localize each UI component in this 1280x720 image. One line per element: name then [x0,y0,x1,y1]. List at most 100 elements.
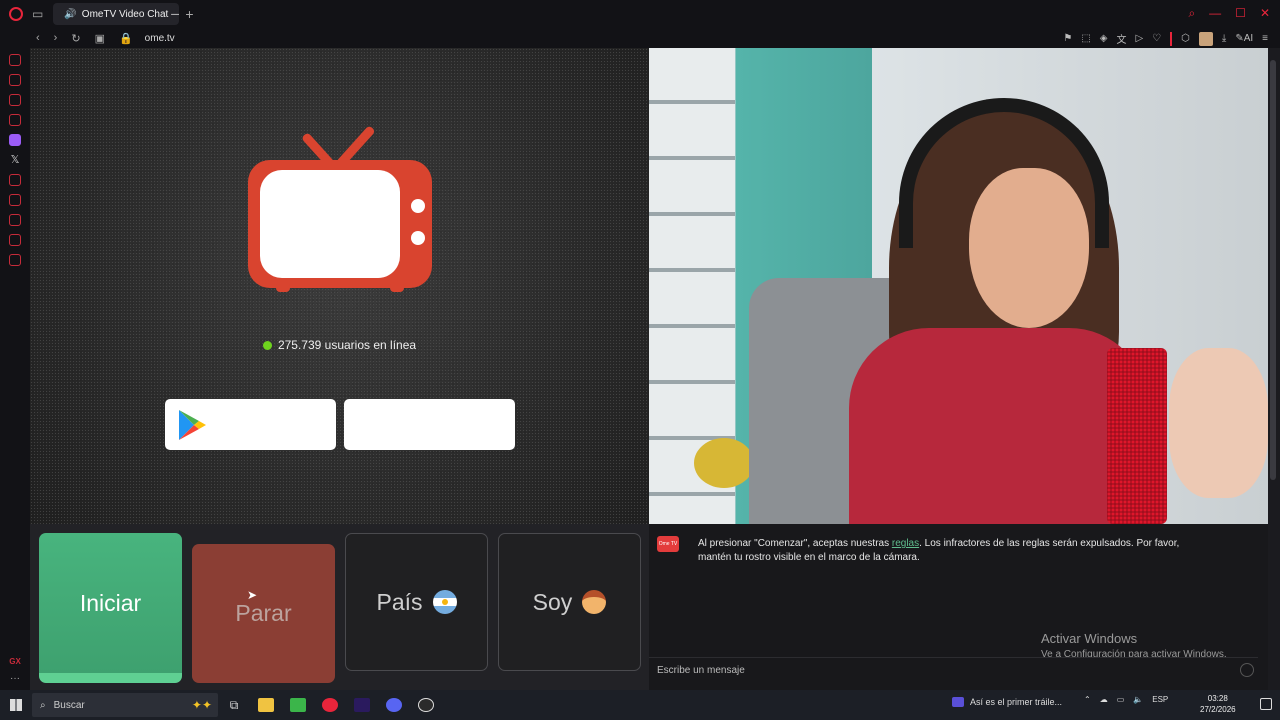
stop-button[interactable]: Parar [192,544,335,683]
start-button[interactable]: Iniciar [39,533,182,683]
scrollbar-thumb[interactable] [1270,60,1276,480]
nav-buttons: ‹ › ↻ ▣ 🔒 [36,32,133,45]
message-input[interactable]: Escribe un mensaje [649,657,1258,684]
search-tabs-icon[interactable]: ⌕ [1188,6,1195,21]
google-play-icon [179,410,206,440]
task-view-icon[interactable]: ⧉ [218,690,250,720]
stranger-video-panel: 275.739 usuarios en línea [30,48,649,524]
copilot-sparkle-icon: ✦✦ [191,698,212,712]
activate-windows-watermark: Activar Windows Ve a Configuración para … [1041,631,1227,660]
google-play-button[interactable] [165,399,336,450]
extensions-icon[interactable]: ⬡ [1181,33,1190,44]
tab-strip-icons: ▭ [32,7,43,21]
shield-icon[interactable]: ◈ [1100,33,1108,44]
lock-icon: 🔒 [118,32,133,45]
close-icon[interactable]: ✕ [1260,6,1270,21]
twitch-icon[interactable] [9,134,21,146]
windows-taskbar: ⌕ Buscar ✦✦ ⧉ Así es el primer tráile...… [0,690,1280,720]
new-tab-icon[interactable]: + [185,6,193,22]
self-camera-panel [649,48,1268,524]
obs-icon[interactable] [410,690,442,720]
camera-icon[interactable]: ▣ [95,32,105,45]
x-twitter-icon[interactable]: 𝕏 [9,154,21,166]
url-field[interactable]: ome.tv [145,33,175,44]
bookmarks-icon[interactable] [9,194,21,206]
chat-panel: Ome TV Al presionar "Comenzar", aceptas … [649,524,1268,690]
bookmark-icon[interactable]: ⚑ [1063,33,1072,44]
person-body [849,328,1149,524]
taskbar-clock[interactable]: 03:28 27/2/2026 [1200,693,1236,715]
menu-icon[interactable]: ≡ [1262,33,1268,44]
emoji-icon[interactable] [1240,663,1254,677]
notification-icon[interactable] [1260,698,1272,710]
play-icon[interactable]: ▷ [1136,33,1144,44]
chat-controls: Iniciar Parar País Soy [30,524,649,690]
search-icon: ⌕ [40,699,46,711]
gx-corner-icon[interactable] [9,114,21,126]
history-icon[interactable] [9,214,21,226]
minimize-icon[interactable]: — [1209,6,1221,21]
gx-icon[interactable]: GX [9,657,21,666]
tab-title: OmeTV Video Chat — C [81,8,180,20]
argentina-flag-icon [432,590,457,614]
volume-icon[interactable]: 🔈 [1133,695,1143,704]
red-bottle [1107,348,1167,524]
system-message: Al presionar "Comenzar", aceptas nuestra… [698,538,1180,563]
online-status-dot [262,341,272,350]
download-icon[interactable]: ⤓ [1222,33,1226,44]
windows-logo-icon [10,699,22,711]
taskbar-search[interactable]: ⌕ Buscar ✦✦ [32,693,218,717]
psyduck-plush [694,438,754,488]
settings-icon[interactable] [9,254,21,266]
tray-chevron-icon[interactable]: ⌃ [1084,695,1091,704]
more-icon[interactable]: ··· [10,673,20,684]
onedrive-icon[interactable]: ☁ [1100,695,1108,704]
window-controls: ⌕ — ☐ ✕ [1188,6,1270,21]
maximize-icon[interactable]: ☐ [1235,6,1246,21]
address-bar: ‹ › ↻ ▣ 🔒 ome.tv ⚑ ⬚ ◈ 文 ▷ ♡ ⬡ ⤓ ✎AI ≡ [0,28,1280,48]
country-button[interactable]: País [345,533,488,671]
headset [899,98,1109,248]
boy-emoji-icon [582,590,607,614]
b-app-icon[interactable] [282,690,314,720]
taskbar-media-widget[interactable]: Así es el primer tráile... [952,697,1062,707]
reload-icon[interactable]: ↻ [71,32,80,45]
gx-control-icon[interactable] [9,74,21,86]
browser-tab-bar: ▭ 🔊 OmeTV Video Chat — C + ⌕ — ☐ ✕ [0,0,1280,28]
tab-overview-icon[interactable]: ▭ [32,7,43,21]
mouse-cursor-icon: ➤ [247,588,258,602]
messenger-icon[interactable] [9,94,21,106]
premiere-pro-icon[interactable] [346,690,378,720]
person-hand [1169,348,1268,498]
app-store-button[interactable] [344,399,515,450]
tab-ometv[interactable]: 🔊 OmeTV Video Chat — C [53,3,180,25]
snapshot-icon[interactable]: ⬚ [1081,33,1090,44]
rules-link[interactable]: reglas [892,538,919,549]
heart-icon[interactable]: ♡ [1152,33,1161,44]
ometv-tv-logo-icon [248,126,432,292]
opera-gx-taskbar-icon[interactable] [314,690,346,720]
language-indicator[interactable]: ESP [1152,695,1168,704]
back-icon[interactable]: ‹ [36,32,40,45]
translate-icon[interactable]: 文 [1117,31,1127,46]
opera-logo-icon[interactable] [0,0,32,28]
video-preview-icon [952,697,964,707]
system-tray: ⌃ ☁ ▭ 🔈 ESP [1084,695,1168,704]
browser-sidebar: 𝕏 GX ··· [0,48,30,690]
windows-start-button[interactable] [0,690,32,720]
ai-icon[interactable]: ✎AI [1235,33,1253,44]
ometv-chat-logo-icon: Ome TV [657,536,679,552]
network-icon[interactable]: ▭ [1117,695,1125,704]
divider [1170,31,1173,46]
online-users-count: 275.739 usuarios en línea [30,338,649,352]
page-scrollbar[interactable] [1268,48,1280,690]
forward-icon[interactable]: › [54,32,58,45]
gender-button[interactable]: Soy [498,533,641,671]
file-explorer-icon[interactable] [250,690,282,720]
player-icon[interactable] [9,174,21,186]
discord-icon[interactable] [378,690,410,720]
speed-dial-icon[interactable] [9,54,21,66]
speaker-icon: 🔊 [64,8,77,20]
profile-avatar[interactable] [1198,31,1213,46]
extensions-sidebar-icon[interactable] [9,234,21,246]
